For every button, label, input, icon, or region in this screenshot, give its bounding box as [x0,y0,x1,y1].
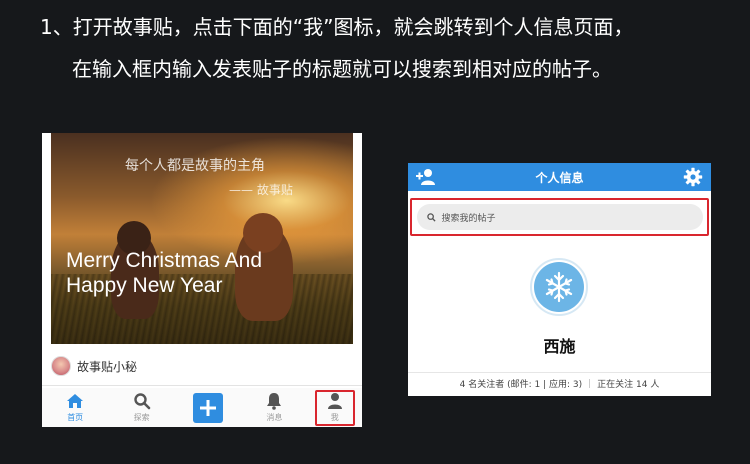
profile-screen: 个人信息 搜索我的帖子 西施 4 名关注者 (邮件: 1 | 应用: 3) | … [408,163,711,396]
follow-stats: 4 名关注者 (邮件: 1 | 应用: 3) | 正在关注 14 人 [408,377,711,391]
page-title: 个人信息 [535,170,584,185]
tab-home-label: 首页 [67,413,84,422]
snowflake-icon [534,262,584,312]
author-name: 故事贴小秘 [77,359,138,374]
card-figure-girl-head [243,213,283,253]
tab-messages-label: 消息 [266,413,283,422]
card-title-line-1: Merry Christmas And [66,249,263,272]
tab-add-post[interactable] [182,390,234,426]
instruction-line-1: 1、打开故事贴，点击下面的“我”图标，就会跳转到个人信息页面， [40,15,634,39]
following-count[interactable]: 正在关注 14 人 [597,377,659,390]
tab-explore[interactable]: 探索 [116,390,168,426]
gear-icon[interactable] [683,167,703,191]
tab-me-label: 我 [330,413,339,422]
tab-explore-label: 探索 [133,413,150,422]
stats-separator: | [588,378,592,389]
instruction-line-2: 在输入框内输入发表贴子的标题就可以搜索到相对应的帖子。 [72,57,612,81]
add-friend-icon[interactable] [416,168,436,190]
search-highlight-frame: 搜索我的帖子 [410,198,709,236]
tab-home[interactable]: 首页 [49,390,101,426]
bottom-tab-bar: 首页 探索 消息 我 [42,388,362,427]
followers-count[interactable]: 4 名关注者 (邮件: 1 | 应用: 3) [460,377,582,390]
card-quote: 每个人都是故事的主角 [125,158,265,174]
divider [42,385,362,386]
divider [408,372,711,373]
tab-me[interactable]: 我 [314,389,355,426]
search-icon [426,212,436,222]
home-icon [66,392,84,410]
bell-icon [266,392,282,410]
tab-messages[interactable]: 消息 [248,390,300,426]
card-attribution: —— 故事贴 [229,183,293,197]
card-title-line-2: Happy New Year [66,274,223,297]
author-avatar[interactable] [51,356,71,376]
story-card[interactable]: 每个人都是故事的主角 —— 故事贴 Merry Christmas And Ha… [51,133,353,344]
avatar[interactable] [530,258,588,316]
plus-icon [199,399,216,416]
profile-header: 个人信息 [408,163,711,191]
story-feed-screen: 每个人都是故事的主角 —— 故事贴 Merry Christmas And Ha… [42,133,362,427]
search-icon [133,392,151,410]
person-icon [327,392,343,410]
add-post-button[interactable] [192,392,223,423]
search-input[interactable]: 搜索我的帖子 [416,204,703,230]
author-row[interactable]: 故事贴小秘 [51,353,353,379]
search-placeholder: 搜索我的帖子 [441,213,496,224]
profile-name: 西施 [543,337,576,356]
